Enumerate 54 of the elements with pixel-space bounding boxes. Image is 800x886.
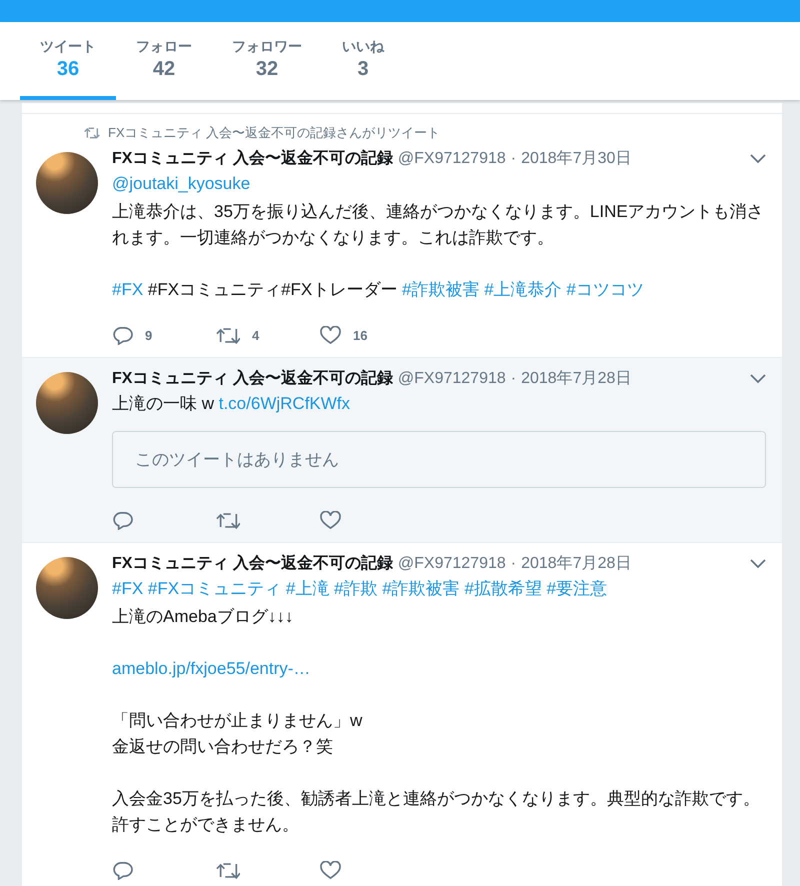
author-name[interactable]: FXコミュニティ 入会〜返金不可の記録 — [112, 368, 393, 389]
separator-dot: · — [510, 370, 516, 388]
tweet-link[interactable]: #FXコミュニティ — [148, 579, 282, 598]
tweet-text: 入会金35万を払った後、勧誘者上滝と連絡がつかなくなります。典型的な詐欺です。許すことができません。 — [112, 788, 761, 836]
tweet-link[interactable]: #詐欺被害 — [382, 579, 460, 598]
action-count: 9 — [145, 328, 152, 342]
unavailable-notice: このツイートはありません — [135, 450, 339, 469]
tweet-text: 上滝恭介は、35万を振り込んだ後、連絡がつかなくなります。LINEアカウントも消されます。一切連絡がつかなくなります。これは詐欺です。 — [112, 201, 765, 249]
retweet-icon — [84, 127, 100, 139]
reply-icon[interactable] — [112, 326, 133, 344]
chevron-down-icon[interactable] — [750, 374, 766, 384]
quoted-tweet-box[interactable]: このツイートはありません — [112, 431, 766, 488]
tweet-text: 「問い合わせが止まりません」w 金返せの問い合わせだろ？笑 — [112, 710, 364, 758]
author-handle[interactable]: @FX97127918 — [398, 370, 506, 388]
tweet-link[interactable]: #要注意 — [546, 579, 608, 598]
chevron-down-icon[interactable] — [750, 558, 766, 568]
tweet-text: 上滝のAmebaブログ↓↓↓ — [112, 606, 294, 628]
retweet-icon[interactable] — [216, 326, 240, 344]
profile-tab[interactable]: フォロー 42 — [116, 22, 212, 100]
tweet-link[interactable]: #コツコツ — [566, 280, 644, 299]
tweet-link[interactable]: #上滝恭介 — [484, 280, 562, 299]
tweet-link[interactable]: #FX — [112, 280, 144, 299]
tweet-link[interactable]: @joutaki_kyosuke — [112, 174, 250, 193]
tweet-date[interactable]: 2018年7月28日 — [521, 553, 632, 574]
tweet-link[interactable]: t.co/6WjRCfKWfx — [218, 394, 350, 413]
tweet-date[interactable]: 2018年7月28日 — [521, 368, 632, 389]
reply-icon[interactable] — [112, 860, 133, 880]
tweet-link[interactable]: ameblo.jp/fxjoe55/entry-… — [112, 659, 310, 678]
chevron-down-icon[interactable] — [750, 154, 766, 164]
tweet-link[interactable]: #FX — [112, 579, 144, 598]
heart-icon[interactable] — [320, 510, 341, 530]
action-count: 16 — [353, 328, 368, 342]
tweet-link[interactable]: #詐欺 — [334, 579, 378, 598]
author-handle[interactable]: @FX97127918 — [398, 150, 506, 168]
heart-icon[interactable] — [320, 860, 341, 880]
tweet-text: #FX #FXコミュニティ#FXトレーダー #詐欺被害 #上滝恭介 #コツコツ — [112, 279, 645, 301]
tweet-link[interactable]: #詐欺被害 — [402, 280, 480, 299]
heart-icon[interactable] — [320, 326, 341, 344]
action-count: 4 — [252, 328, 260, 342]
retweet-note: FXコミュニティ 入会〜返金不可の記録さんがリツイート — [108, 124, 440, 142]
author-handle[interactable]: @FX97127918 — [398, 555, 506, 573]
retweet-icon[interactable] — [216, 860, 240, 880]
retweet-icon[interactable] — [216, 510, 240, 530]
separator-dot: · — [510, 150, 516, 168]
profile-tab[interactable]: いいね 3 — [322, 22, 404, 100]
author-name[interactable]: FXコミュニティ 入会〜返金不可の記録 — [112, 148, 393, 169]
tweet-text: 上滝の一味 w t.co/6WjRCfKWfx — [112, 393, 352, 415]
profile-tab[interactable]: フォロワー 32 — [212, 22, 322, 100]
tweet-date[interactable]: 2018年7月30日 — [521, 148, 632, 169]
tweet-link[interactable]: #上滝 — [286, 579, 330, 598]
reply-icon[interactable] — [112, 510, 133, 530]
separator-dot: · — [510, 555, 516, 573]
tweet-link[interactable]: #拡散希望 — [464, 579, 542, 598]
author-name[interactable]: FXコミュニティ 入会〜返金不可の記録 — [112, 553, 393, 574]
